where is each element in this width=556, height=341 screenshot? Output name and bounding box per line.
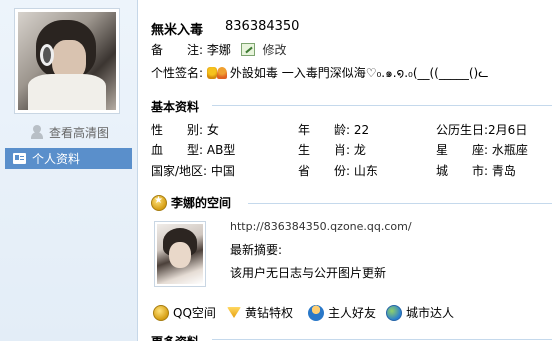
city-label: 城 市:	[436, 164, 489, 178]
basic-info-row: 生 肖: 龙	[298, 141, 366, 158]
basic-info-row: 城 市: 青岛	[436, 162, 516, 179]
basic-info-row: 性 别: 女	[151, 121, 219, 138]
birthday-value: 2月6日	[488, 123, 528, 137]
owner-friends-link[interactable]: 主人好友	[308, 304, 376, 321]
remark-row: 备 注: 李娜 修改	[151, 41, 287, 58]
friends-icon	[308, 304, 324, 321]
zodiac-value: 龙	[353, 143, 366, 157]
edit-remark-link[interactable]: 修改	[263, 43, 287, 57]
city-value: 青岛	[491, 164, 516, 178]
signature-row: 个性签名: 外設如毒 一入毒門深似海♡₀.๑.໑.₀(__((_____()ᓚ	[151, 64, 488, 83]
province-label: 省 份:	[298, 164, 351, 178]
yellow-diamond-link-label: 黄钻特权	[245, 306, 294, 320]
zodiac-label: 生 肖:	[298, 143, 351, 157]
city-expert-link-label: 城市达人	[406, 306, 455, 320]
basic-info-title: 基本资料	[151, 100, 200, 114]
divider	[212, 339, 552, 340]
basic-info-row: 公历生日:2月6日	[436, 121, 527, 138]
country-label: 国家/地区:	[151, 164, 208, 178]
user-icon	[30, 125, 44, 139]
divider	[212, 105, 552, 106]
qzone-link-label: QQ空间	[173, 306, 216, 320]
qzone-link[interactable]: QQ空间	[153, 304, 216, 321]
basic-info-row: 国家/地区: 中国	[151, 162, 235, 179]
zone-url-link[interactable]: http://836384350.qzone.qq.com/	[230, 220, 412, 233]
zone-title: 李娜的空间	[171, 196, 232, 210]
gender-label: 性 别:	[151, 123, 204, 137]
qzone-icon	[151, 195, 167, 211]
yellow-diamond-icon	[227, 307, 241, 318]
owner-friends-link-label: 主人好友	[328, 306, 377, 320]
sidebar-item-profile[interactable]: 个人资料	[5, 148, 132, 169]
view-hd-photo-label: 查看高清图	[49, 125, 110, 140]
avatar-image	[18, 12, 116, 110]
zone-photo-image	[157, 224, 203, 284]
yellow-diamond-link[interactable]: 黄钻特权	[227, 304, 293, 321]
province-value: 山东	[353, 164, 378, 178]
signature-value: 外設如毒 一入毒門深似海♡₀.๑.໑.₀(__((_____()ᓚ	[229, 66, 489, 80]
basic-info-row: 年 龄: 22	[298, 121, 369, 138]
city-expert-link[interactable]: 城市达人	[386, 304, 454, 321]
age-label: 年 龄:	[298, 123, 351, 137]
person-icon	[216, 67, 227, 79]
birthday-label: 公历生日:	[436, 123, 489, 137]
basic-info-row: 血 型: AB型	[151, 141, 235, 158]
age-value: 22	[353, 123, 370, 137]
medal-icon	[206, 67, 217, 79]
qzone-icon	[153, 304, 169, 321]
profile-card-icon	[13, 153, 26, 164]
city-icon	[386, 304, 402, 321]
blood-type-value: AB型	[206, 143, 236, 157]
divider	[248, 203, 552, 204]
constellation-label: 星 座:	[436, 143, 489, 157]
latest-text: 该用户无日志与公开图片更新	[230, 266, 387, 280]
basic-info-row: 星 座: 水瓶座	[436, 141, 528, 158]
signature-label: 个性签名:	[151, 66, 204, 80]
nickname: 無米入毒	[151, 23, 204, 38]
gender-value: 女	[206, 123, 219, 137]
blood-type-label: 血 型:	[151, 143, 204, 157]
avatar[interactable]	[14, 8, 120, 114]
zone-header: 李娜的空间	[151, 194, 231, 211]
more-info-title: 更多资料	[151, 333, 199, 341]
qq-number: 836384350	[225, 19, 300, 34]
sidebar-item-label: 个人资料	[32, 152, 81, 166]
zone-photo[interactable]	[154, 221, 206, 287]
basic-info-row: 省 份: 山东	[298, 162, 378, 179]
edit-icon[interactable]	[240, 43, 255, 56]
remark-value: 李娜	[206, 43, 231, 57]
sidebar: 查看高清图 个人资料	[0, 0, 137, 341]
country-value: 中国	[210, 164, 235, 178]
view-hd-photo-link[interactable]: 查看高清图	[30, 124, 109, 140]
remark-label: 备 注:	[151, 43, 204, 57]
latest-label: 最新摘要:	[230, 243, 283, 257]
profile-panel: 無米入毒 836384350 备 注: 李娜 修改 个性签名: 外設如毒 一入毒…	[137, 0, 556, 341]
constellation-value: 水瓶座	[491, 143, 528, 157]
